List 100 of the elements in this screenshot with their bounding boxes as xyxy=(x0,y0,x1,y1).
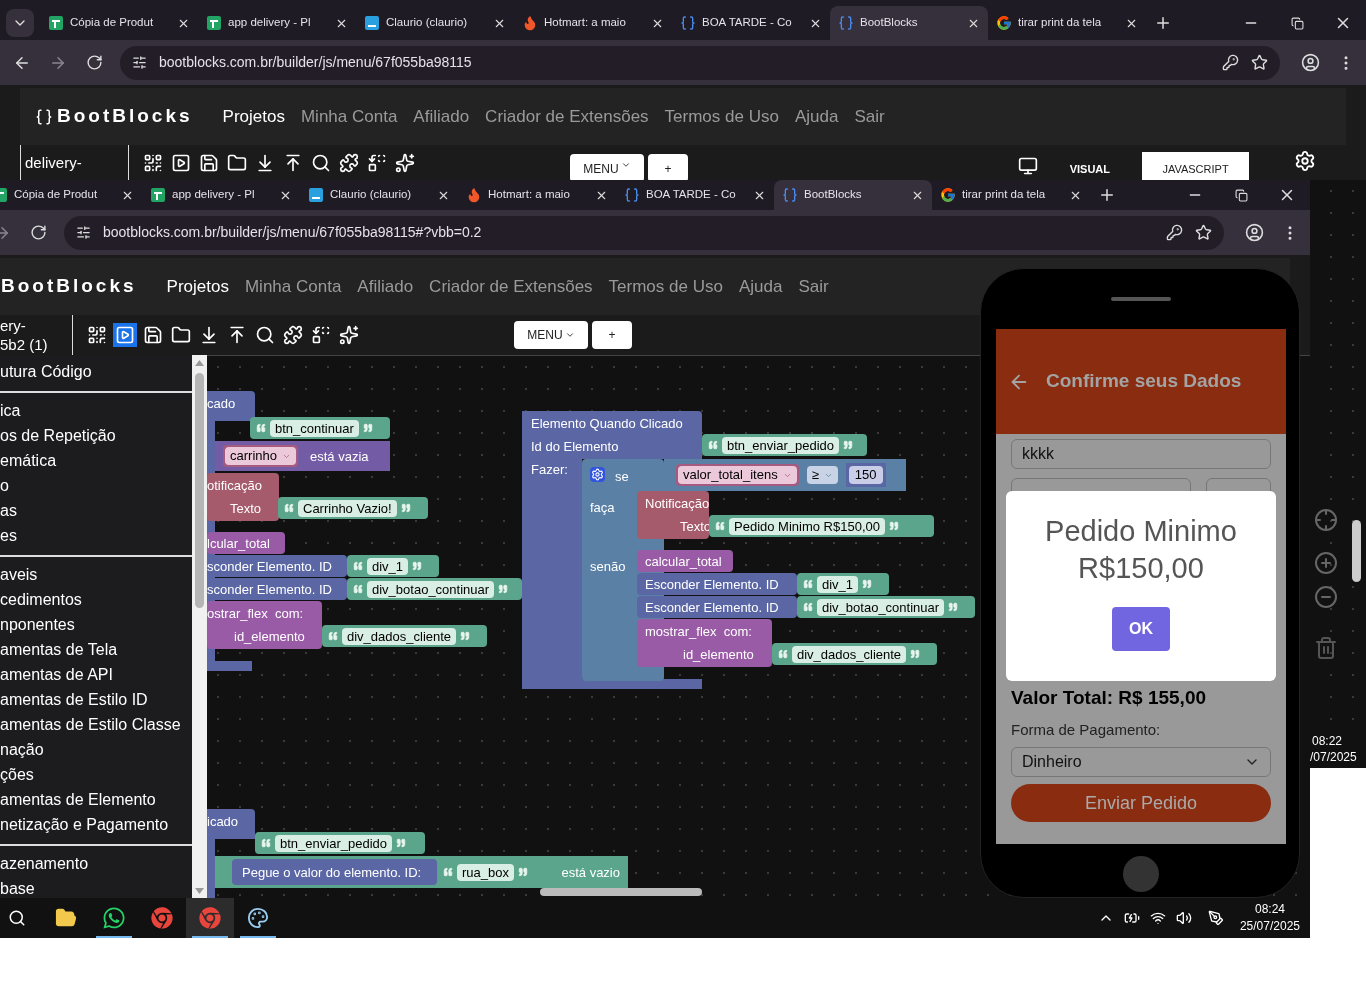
logo[interactable]: BootBlocks xyxy=(1,272,137,301)
string-value[interactable]: Pedido Minimo R$150,00 xyxy=(729,517,885,535)
profile-icon[interactable] xyxy=(1300,53,1320,72)
category-item[interactable]: as xyxy=(0,498,192,523)
nav-link[interactable]: Ajuda xyxy=(738,273,783,300)
star-icon[interactable] xyxy=(1251,54,1268,71)
string-value[interactable]: div_botao_continuar xyxy=(367,580,495,598)
category-item[interactable]: os de Repetição xyxy=(0,423,192,448)
nav-link[interactable]: Sair xyxy=(854,103,885,130)
trash-icon[interactable] xyxy=(1314,636,1338,660)
new-tab-icon[interactable] xyxy=(1098,186,1116,204)
ok-button[interactable]: OK xyxy=(1112,607,1170,651)
category-item[interactable]: es xyxy=(0,523,192,548)
add-button[interactable]: + xyxy=(648,154,688,182)
nav-link[interactable]: Projetos xyxy=(222,103,285,130)
view-tab[interactable]: JAVASCRIPT xyxy=(1142,152,1249,180)
target-icon[interactable] xyxy=(1314,508,1338,532)
address-bar[interactable]: bootblocks.com.br/builder/js/menu/67f055ba98115 xyxy=(120,45,1280,80)
nav-link[interactable]: Ajuda xyxy=(794,103,839,130)
category-item[interactable]: utura Código xyxy=(0,359,192,384)
tab-list-button[interactable] xyxy=(6,9,34,37)
monitor-icon[interactable] xyxy=(1017,156,1038,176)
star-icon[interactable] xyxy=(1195,224,1212,241)
browser-tab[interactable]: Claurio (claurio) xyxy=(356,6,514,40)
browser-tab[interactable]: app delivery - Pl xyxy=(198,6,356,40)
submit-button[interactable]: Enviar Pedido xyxy=(1011,784,1271,822)
zoom-out-icon[interactable] xyxy=(1314,585,1338,609)
category-item[interactable]: amentas de Estilo ID xyxy=(0,687,192,712)
string-value[interactable]: btn_enviar_pedido xyxy=(275,834,392,852)
number-field[interactable]: 150 xyxy=(848,466,883,484)
volume-icon[interactable] xyxy=(1175,910,1192,926)
nav-link[interactable]: Projetos xyxy=(166,273,229,300)
category-item[interactable]: amentas de Tela xyxy=(0,637,192,662)
category-item[interactable]: ica xyxy=(0,398,192,423)
category-item[interactable]: cedimentos xyxy=(0,587,192,612)
string-value[interactable]: div_dados_cliente xyxy=(342,627,457,645)
key-icon[interactable] xyxy=(1222,54,1239,71)
string-value[interactable]: div_botao_continuar xyxy=(817,598,945,616)
category-item[interactable]: azenamento xyxy=(0,851,192,876)
nav-link[interactable]: Termos de Uso xyxy=(608,273,723,300)
nav-link[interactable]: Minha Conta xyxy=(244,273,342,300)
taskbar-app[interactable] xyxy=(186,898,234,938)
nav-link[interactable]: Sair xyxy=(798,273,829,300)
site-settings-icon[interactable] xyxy=(132,55,147,70)
scrollbar-thumb[interactable] xyxy=(195,373,204,608)
search-icon[interactable] xyxy=(8,909,26,927)
wifi-icon[interactable] xyxy=(1149,910,1166,926)
menu-button[interactable]: MENU xyxy=(514,321,588,349)
string-value[interactable]: Carrinho Vazio! xyxy=(298,499,397,517)
browser-tab[interactable]: BootBlocks xyxy=(830,6,988,40)
payment-select[interactable]: Dinheiro xyxy=(1011,747,1271,777)
browser-tab[interactable]: BootBlocks xyxy=(774,180,932,210)
category-item[interactable]: amentas de API xyxy=(0,662,192,687)
nav-link[interactable]: Minha Conta xyxy=(300,103,398,130)
logo[interactable]: BootBlocks xyxy=(57,102,193,131)
category-item[interactable]: amentas de Estilo Classe xyxy=(0,712,192,737)
scrollbar-thumb[interactable] xyxy=(1352,520,1361,582)
new-tab-icon[interactable] xyxy=(1154,14,1172,32)
category-item[interactable]: netização e Pagamento xyxy=(0,812,192,837)
nav-link[interactable]: Criador de Extensões xyxy=(429,273,593,300)
string-value[interactable]: div_1 xyxy=(367,557,409,575)
profile-icon[interactable] xyxy=(1244,223,1264,242)
browser-tab[interactable]: Claurio (claurio) xyxy=(300,180,458,210)
browser-tab[interactable]: Hotmart: a maio xyxy=(514,6,672,40)
dropdown-field[interactable]: ≥ xyxy=(806,466,838,484)
dropdown-field[interactable]: valor_total_itens xyxy=(678,466,797,484)
reload-icon[interactable] xyxy=(85,54,103,71)
browser-tab[interactable]: Hotmart: a maio xyxy=(458,180,616,210)
string-value[interactable]: div_dados_cliente xyxy=(792,645,907,663)
restore-icon[interactable] xyxy=(1290,16,1304,30)
category-item[interactable]: ções xyxy=(0,762,192,787)
reload-icon[interactable] xyxy=(29,224,47,241)
string-value[interactable]: btn_enviar_pedido xyxy=(722,436,839,454)
browser-tab[interactable]: Cópia de Produt xyxy=(40,6,198,40)
battery-icon[interactable] xyxy=(1123,910,1140,926)
browser-tab[interactable]: tirar print da tela xyxy=(932,180,1090,210)
category-item[interactable]: emática xyxy=(0,448,192,473)
scrollbar[interactable] xyxy=(192,355,207,898)
string-value[interactable]: rua_box xyxy=(457,863,514,881)
input-field[interactable]: kkkk xyxy=(1011,439,1271,469)
category-item[interactable]: nponentes xyxy=(0,612,192,637)
string-value[interactable]: btn_continuar xyxy=(270,419,359,437)
menu-button[interactable]: MENU xyxy=(570,154,644,182)
settings-icon[interactable] xyxy=(1294,150,1316,172)
browser-tab[interactable]: app delivery - Pl xyxy=(142,180,300,210)
category-item[interactable]: base xyxy=(0,876,192,901)
browser-tab[interactable]: tirar print da tela xyxy=(988,6,1146,40)
string-value[interactable]: div_1 xyxy=(817,575,859,593)
horizontal-scrollbar[interactable] xyxy=(540,888,702,896)
gear-icon[interactable] xyxy=(590,467,605,482)
category-item[interactable]: nação xyxy=(0,737,192,762)
add-button[interactable]: + xyxy=(592,321,632,349)
pen-icon[interactable] xyxy=(1207,910,1224,926)
category-item[interactable]: aveis xyxy=(0,562,192,587)
sparkles-button[interactable] xyxy=(337,323,361,347)
site-settings-icon[interactable] xyxy=(76,225,91,240)
puzzle-button[interactable] xyxy=(281,323,305,347)
category-item[interactable]: amentas de Elemento xyxy=(0,787,192,812)
dropdown-field[interactable]: carrinho xyxy=(225,447,296,465)
nav-link[interactable]: Afiliado xyxy=(413,103,470,130)
